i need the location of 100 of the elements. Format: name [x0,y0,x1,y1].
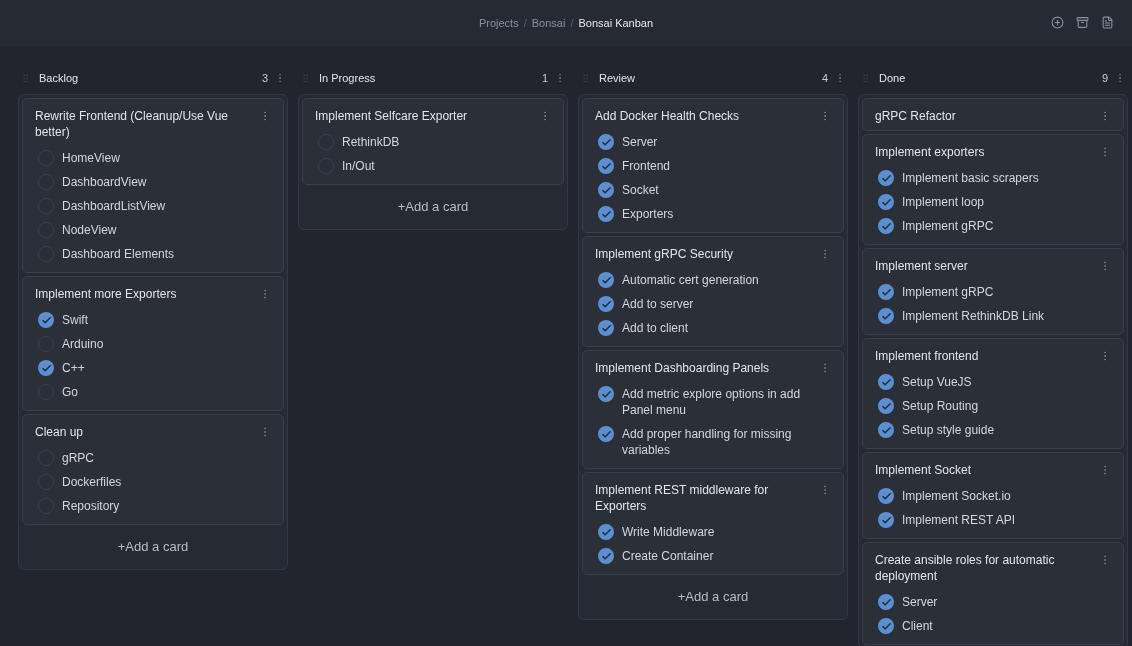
checkbox[interactable] [38,360,54,376]
add-card-button[interactable]: +Add a card [22,528,284,566]
checkbox[interactable] [598,272,614,288]
task-label: Server [902,594,939,610]
check-icon [600,136,612,148]
task-label: Add to client [622,320,690,336]
drag-handle-icon[interactable] [860,72,871,84]
card-title: Implement Selfcare Exporter [315,108,469,124]
task-label: Exporters [622,206,675,222]
checkbox[interactable] [598,134,614,150]
task-card[interactable]: Implement Socket Implement Socket.io Implement REST API [862,452,1124,539]
task-card[interactable]: Implement REST middleware for Exporters Write Middleware Create Container [582,472,844,575]
task-label: Implement REST API [902,512,1017,528]
checkbox[interactable] [878,488,894,504]
task-label: Setup style guide [902,422,996,438]
card-title: Add Docker Health Checks [595,108,741,124]
breadcrumb[interactable]: Bonsai [531,14,566,32]
document-icon[interactable] [1101,16,1114,29]
checkbox[interactable] [598,524,614,540]
check-icon [600,298,612,310]
task-card[interactable]: Implement Dashboarding Panels Add metric explore options in add Panel menu Add proper handling for missing variables [582,350,844,469]
task-label: Swift [62,312,89,328]
drag-handle-icon[interactable] [580,72,591,84]
check-icon [40,314,52,326]
task-card[interactable]: Implement frontend Setup VueJS Setup Routing Setup style guide [862,338,1124,449]
checkbox[interactable] [598,320,614,336]
card-count: 3 [261,70,268,86]
check-icon [600,526,612,538]
checkbox[interactable] [598,296,614,312]
task-card[interactable]: Implement Selfcare Exporter RethinkDB In/Out [302,98,564,185]
card-count: 1 [541,70,548,86]
task-label: DashboardListView [62,198,167,214]
check-icon [880,310,892,322]
drag-handle-icon[interactable] [20,72,31,84]
checkbox[interactable] [878,618,894,634]
archive-icon[interactable] [1076,16,1089,29]
card-count: 9 [1101,70,1108,86]
task-label: Dashboard Elements [62,246,176,262]
checkbox[interactable] [878,374,894,390]
task-label: Add metric explore options in add Panel menu [622,386,802,418]
task-label: HomeView [62,150,121,166]
check-icon [600,388,612,400]
checkbox[interactable] [598,386,614,402]
task-label: Setup Routing [902,398,980,414]
checkbox[interactable] [598,206,614,222]
checkbox[interactable] [878,218,894,234]
task-label: Create Container [622,548,715,564]
task-label: In/Out [342,158,376,174]
task-label: Socket [622,182,660,198]
task-label: Implement loop [902,194,986,210]
checkbox[interactable] [878,512,894,528]
checkbox[interactable] [598,426,614,442]
checkbox[interactable] [878,594,894,610]
task-label: NodeView [62,222,118,238]
task-label: Go [62,384,79,400]
task-card[interactable]: Clean up gRPC Dockerfiles Repository [22,414,284,525]
checkbox[interactable] [598,182,614,198]
breadcrumb[interactable]: Bonsai Kanban [578,14,654,32]
check-icon [600,208,612,220]
column-title: Review [599,70,637,86]
check-icon [880,514,892,526]
task-label: RethinkDB [342,134,401,150]
card-title: Implement frontend [875,348,980,364]
check-icon [600,322,612,334]
task-label: Implement RethinkDB Link [902,308,1046,324]
task-card[interactable]: Implement gRPC Security Automatic cert generation Add to server Add to client [582,236,844,347]
task-label: gRPC [62,450,95,466]
task-card[interactable]: Implement exporters Implement basic scrapers Implement loop Implement gRPC [862,134,1124,245]
add-icon[interactable] [1051,16,1064,29]
task-card[interactable]: Rewrite Frontend (Cleanup/Use Vue better) HomeView DashboardView DashboardListView NodeView Dashboard Elements [22,98,284,273]
check-icon [880,172,892,184]
task-label: Implement basic scrapers [902,170,1040,186]
task-card[interactable]: gRPC Refactor [862,98,1124,131]
checkbox[interactable] [878,422,894,438]
task-card[interactable]: Add Docker Health Checks Server Frontend Socket Exporters [582,98,844,233]
task-label: Dockerfiles [62,474,123,490]
checkbox[interactable] [878,308,894,324]
checkbox[interactable] [598,158,614,174]
check-icon [880,286,892,298]
checkbox[interactable] [878,194,894,210]
checkbox[interactable] [878,284,894,300]
drag-handle-icon[interactable] [300,72,311,84]
breadcrumb[interactable]: Projects [478,14,519,32]
task-label: Add to server [622,296,695,312]
card-title: Implement more Exporters [35,286,178,302]
task-card[interactable]: Implement server Implement gRPC Implement RethinkDB Link [862,248,1124,335]
add-card-button[interactable]: +Add a card [582,578,844,616]
card-count: 4 [821,70,828,86]
task-card[interactable]: Create ansible roles for automatic deployment Server Client [862,542,1124,645]
checkbox[interactable] [878,398,894,414]
separator: / [523,15,527,31]
task-label: Server [622,134,659,150]
add-card-button[interactable]: +Add a card [302,188,564,226]
task-label: C++ [62,360,86,376]
task-card[interactable]: Implement more Exporters Swift Arduino C++ Go [22,276,284,411]
task-label: Setup VueJS [902,374,973,390]
task-label: Client [902,618,934,634]
checkbox[interactable] [598,548,614,564]
checkbox[interactable] [878,170,894,186]
checkbox[interactable] [38,312,54,328]
